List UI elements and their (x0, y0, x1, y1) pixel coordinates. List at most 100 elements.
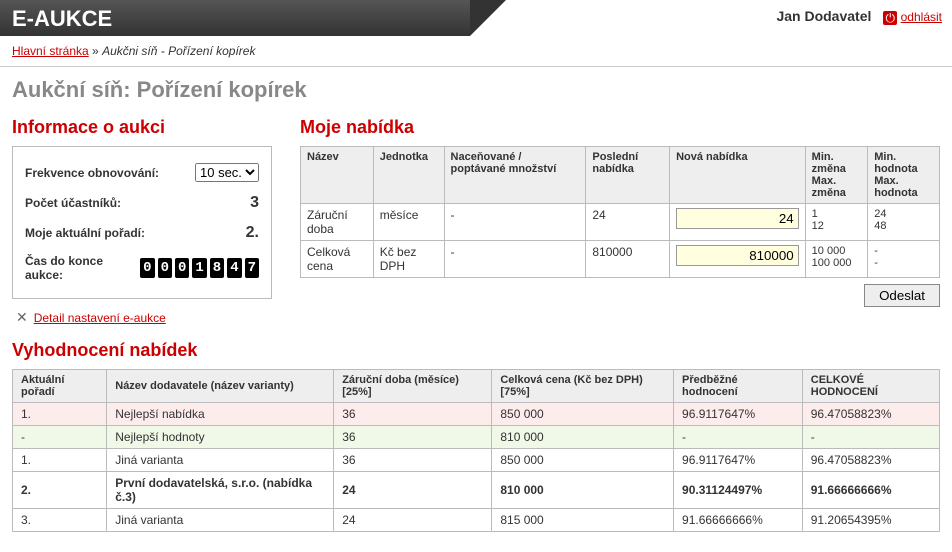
eval-row: -Nejlepší hodnoty36810 000-- (13, 426, 940, 449)
eval-table: Aktuální pořadí Název dodavatele (název … (12, 369, 940, 532)
offer-table: Název Jednotka Naceňované / poptávané mn… (300, 146, 940, 278)
cell-rank: - (13, 426, 107, 449)
cell-name: Celková cena (301, 241, 374, 278)
eval-heading: Vyhodnocení nabídek (12, 340, 940, 361)
cell-supplier: Jiná varianta (107, 509, 334, 532)
th-qty: Naceňované / poptávané množství (444, 147, 586, 204)
refresh-label: Frekvence obnovování: (25, 166, 159, 180)
cell-last: 24 (586, 204, 670, 241)
cell-last: 810000 (586, 241, 670, 278)
cell-bound: -- (868, 241, 940, 278)
header: E-AUKCE Jan Dodavatel ⏻ odhlásit (0, 0, 952, 36)
eth-warranty: Záruční doba (měsíce) [25%] (334, 370, 492, 403)
info-box: Frekvence obnovování: 10 sec. Počet účas… (12, 146, 272, 299)
cell-delta: 112 (805, 204, 868, 241)
eth-supplier: Název dodavatele (název varianty) (107, 370, 334, 403)
cell-total: 96.47058823% (802, 403, 939, 426)
page-title: Aukční síň: Pořízení kopírek (12, 77, 940, 103)
breadcrumb-current: Aukčni síň - Pořízení kopírek (102, 44, 255, 58)
participants-label: Počet účastníků: (25, 196, 121, 210)
power-icon: ⏻ (883, 11, 897, 25)
logout-link[interactable]: odhlásit (901, 10, 942, 24)
cell-total: - (802, 426, 939, 449)
cell-prelim: - (674, 426, 803, 449)
cell-warranty: 36 (334, 403, 492, 426)
cell-rank: 1. (13, 403, 107, 426)
cell-warranty: 36 (334, 449, 492, 472)
offer-row: Záruční dobaměsíce-24 1122448 (301, 204, 940, 241)
auction-settings-link[interactable]: Detail nastavení e-aukce (34, 311, 166, 325)
eval-row: 3.Jiná varianta24815 00091.66666666%91.2… (13, 509, 940, 532)
refresh-select[interactable]: 10 sec. (195, 163, 259, 182)
cell-warranty: 24 (334, 472, 492, 509)
eval-row: 2.První dodavatelská, s.r.o. (nabídka č.… (13, 472, 940, 509)
cell-prelim: 96.9117647% (674, 403, 803, 426)
cell-total: 91.66666666% (802, 472, 939, 509)
cell-supplier: Jiná varianta (107, 449, 334, 472)
cell-rank: 2. (13, 472, 107, 509)
cell-prelim: 91.66666666% (674, 509, 803, 532)
cell-delta: 10 000100 000 (805, 241, 868, 278)
offer-heading: Moje nabídka (300, 117, 940, 138)
cell-price: 850 000 (492, 449, 674, 472)
eval-row: 1.Jiná varianta36850 00096.9117647%96.47… (13, 449, 940, 472)
th-bound: Min. hodnota Max. hodnota (868, 147, 940, 204)
time-label: Čas do konce aukce: (25, 254, 140, 282)
cell-qty: - (444, 241, 586, 278)
cell-prelim: 96.9117647% (674, 449, 803, 472)
app-title: E-AUKCE (0, 0, 470, 38)
cell-unit: měsíce (373, 204, 444, 241)
countdown-timer: 0 0 0 1 8 4 7 (140, 258, 259, 278)
cell-name: Záruční doba (301, 204, 374, 241)
wrench-icon: ✕ (16, 309, 28, 326)
cell-price: 810 000 (492, 472, 674, 509)
th-new: Nová nabídka (670, 147, 806, 204)
cell-rank: 1. (13, 449, 107, 472)
cell-supplier: Nejlepší hodnoty (107, 426, 334, 449)
header-banner: E-AUKCE (0, 0, 470, 36)
cell-bound: 2448 (868, 204, 940, 241)
timer-digit: 1 (192, 258, 206, 278)
timer-digit: 7 (245, 258, 259, 278)
cell-price: 815 000 (492, 509, 674, 532)
user-name: Jan Dodavatel (776, 8, 871, 24)
th-delta: Min. změna Max. změna (805, 147, 868, 204)
participants-value: 3 (250, 194, 259, 212)
cell-supplier: První dodavatelská, s.r.o. (nabídka č.3) (107, 472, 334, 509)
offer-input[interactable] (676, 208, 799, 229)
eval-row: 1.Nejlepší nabídka36850 00096.9117647%96… (13, 403, 940, 426)
cell-total: 91.20654395% (802, 509, 939, 532)
cell-prelim: 90.31124497% (674, 472, 803, 509)
th-unit: Jednotka (373, 147, 444, 204)
timer-digit: 0 (140, 258, 154, 278)
offer-input[interactable] (676, 245, 799, 266)
rank-label: Moje aktuální pořadí: (25, 226, 145, 240)
cell-price: 810 000 (492, 426, 674, 449)
submit-button[interactable]: Odeslat (864, 284, 940, 307)
timer-digit: 0 (158, 258, 172, 278)
th-last: Poslední nabídka (586, 147, 670, 204)
cell-unit: Kč bez DPH (373, 241, 444, 278)
timer-digit: 0 (175, 258, 189, 278)
cell-warranty: 24 (334, 509, 492, 532)
eth-price: Celková cena (Kč bez DPH) [75%] (492, 370, 674, 403)
eth-prelim: Předběžné hodnocení (674, 370, 803, 403)
breadcrumb: Hlavní stránka » Aukčni síň - Pořízení k… (0, 36, 952, 67)
timer-digit: 4 (227, 258, 241, 278)
eth-rank: Aktuální pořadí (13, 370, 107, 403)
rank-value: 2. (246, 224, 259, 242)
cell-qty: - (444, 204, 586, 241)
user-area: Jan Dodavatel ⏻ odhlásit (776, 8, 942, 25)
breadcrumb-sep: » (92, 44, 99, 58)
info-heading: Informace o aukci (12, 117, 272, 138)
cell-rank: 3. (13, 509, 107, 532)
eth-total: CELKOVÉ HODNOCENÍ (802, 370, 939, 403)
cell-price: 850 000 (492, 403, 674, 426)
cell-total: 96.47058823% (802, 449, 939, 472)
cell-supplier: Nejlepší nabídka (107, 403, 334, 426)
th-name: Název (301, 147, 374, 204)
cell-warranty: 36 (334, 426, 492, 449)
offer-row: Celková cenaKč bez DPH-810000 10 000100 0… (301, 241, 940, 278)
breadcrumb-home[interactable]: Hlavní stránka (12, 44, 89, 58)
timer-digit: 8 (210, 258, 224, 278)
